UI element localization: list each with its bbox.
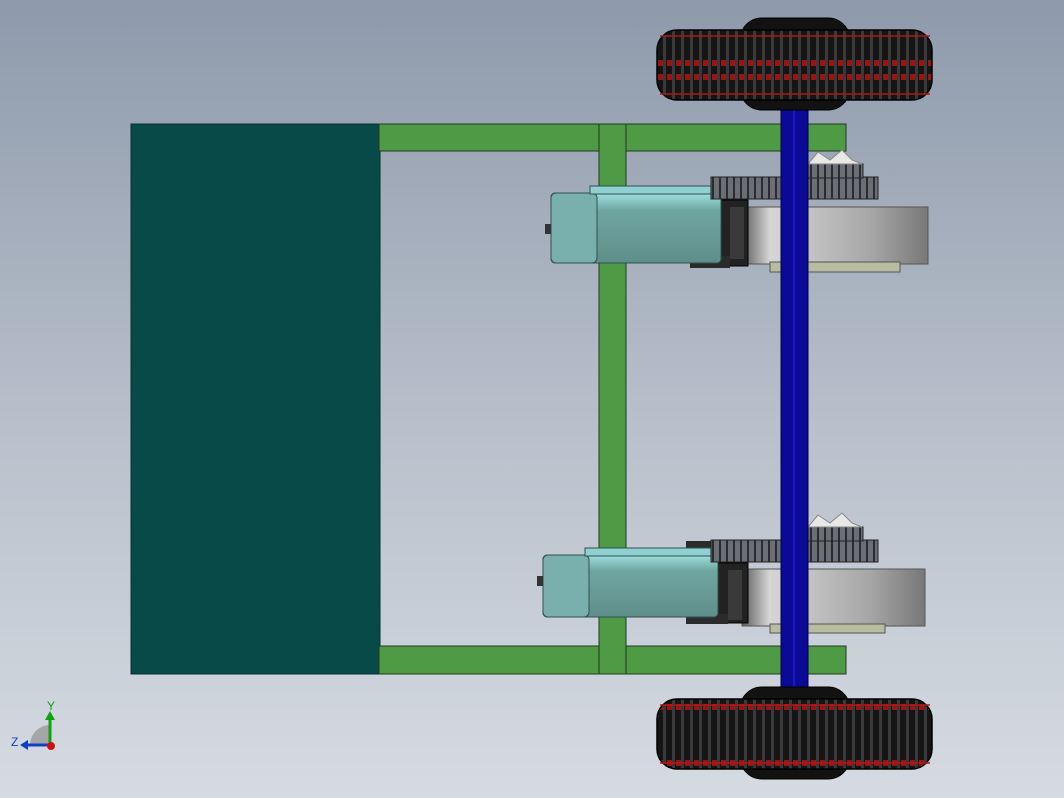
coordinate-triad: Y Z bbox=[11, 699, 55, 750]
lower-drive-unit bbox=[537, 512, 926, 634]
bottom-tire-tread bbox=[656, 698, 933, 770]
cad-viewport[interactable]: Y Z bbox=[0, 0, 1064, 798]
top-tire-tread bbox=[656, 29, 933, 101]
bottom-wheel bbox=[656, 686, 933, 780]
lower-drum bbox=[741, 568, 926, 627]
top-wheel bbox=[656, 17, 933, 111]
upper-drum bbox=[741, 206, 929, 265]
x-axis-dot bbox=[47, 742, 55, 750]
assembly-drawing: Y Z bbox=[11, 17, 933, 780]
z-axis-label: Z bbox=[11, 735, 18, 749]
battery-panel bbox=[130, 123, 381, 675]
y-axis-label: Y bbox=[47, 699, 55, 713]
